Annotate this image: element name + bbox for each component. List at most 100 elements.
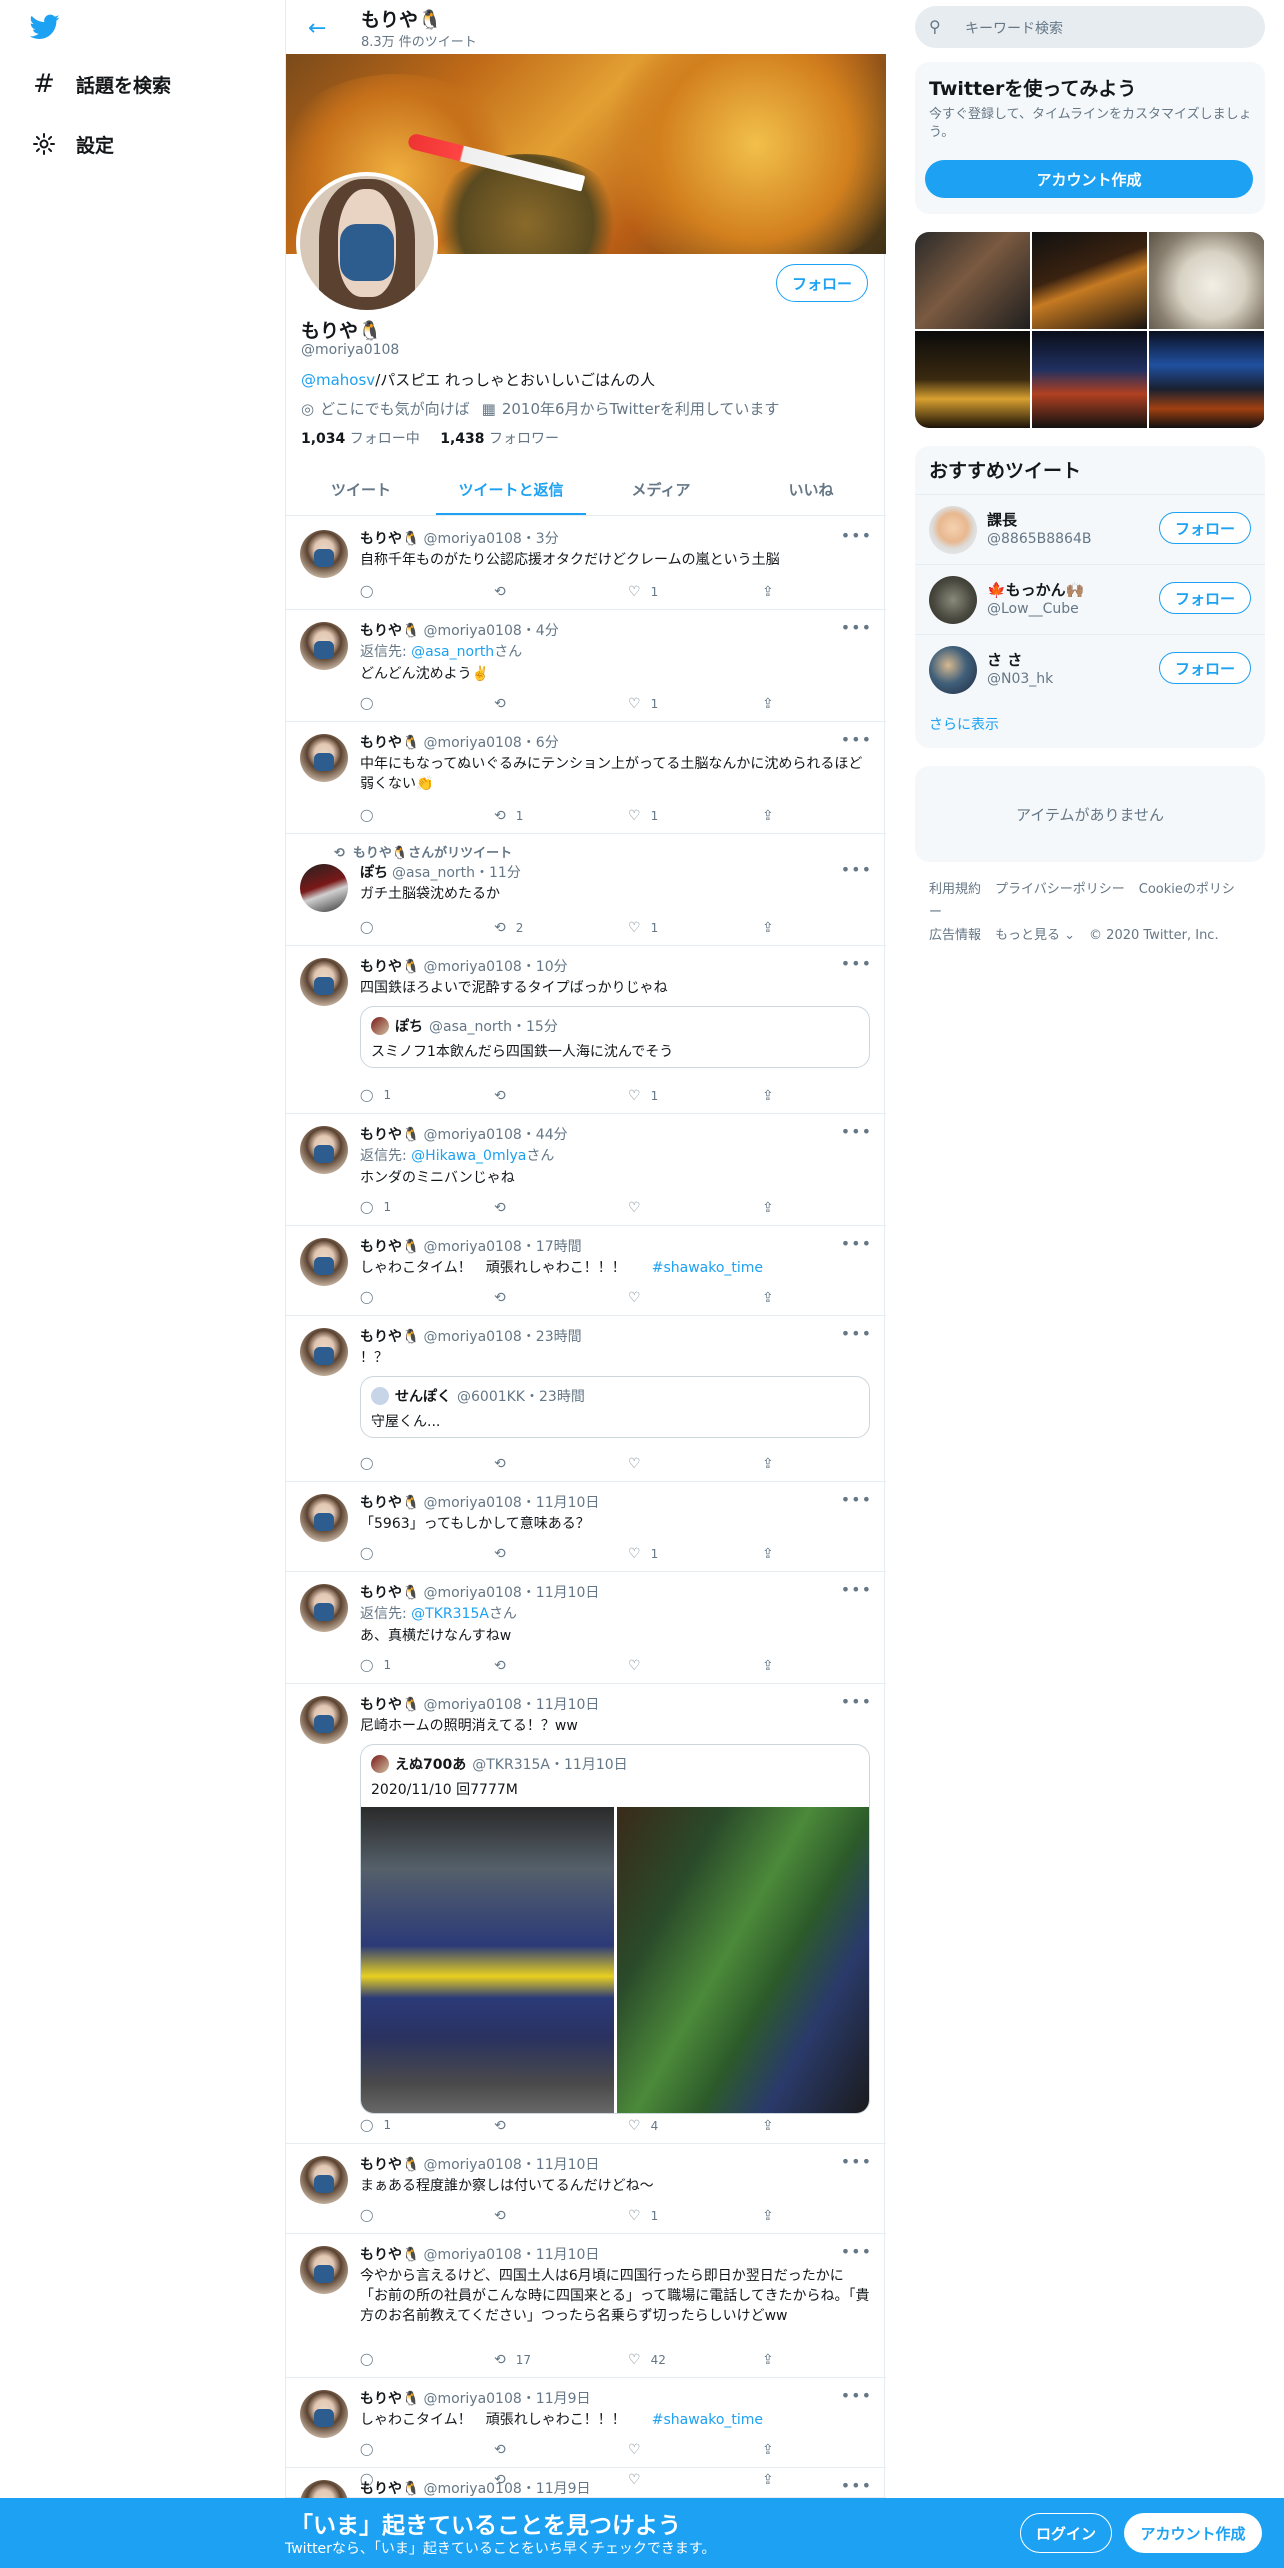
tweet-author-handle[interactable]: @moriya0108 (423, 1495, 521, 1511)
reply-button[interactable]: ◯ 1 (360, 1200, 391, 1214)
tweet-time[interactable]: ・4分 (522, 623, 559, 639)
search-box[interactable]: ⚲ キーワード検索 (915, 6, 1265, 48)
tweet-author-handle[interactable]: @moriya0108 (423, 1239, 521, 1255)
create-account-button[interactable]: アカウント作成 (925, 160, 1253, 198)
tweet-time[interactable]: ・10分 (522, 959, 568, 975)
avatar[interactable] (300, 734, 348, 782)
share-button[interactable]: ⇪ (762, 1088, 784, 1104)
tab-tweets-and-replies[interactable]: ツイートと返信 (436, 466, 586, 515)
tweet[interactable]: もりや🐧 @moriya0108・11月10日 ••• 今やから言えるけど、四国土人は… (286, 2234, 886, 2378)
like-button[interactable]: ♡ (628, 1290, 651, 1306)
tweet[interactable]: もりや🐧 @moriya0108・17時間 ••• しゃわこタイム！ 頑張れしゃわこ！… (286, 1226, 886, 1316)
more-options-icon[interactable]: ••• (841, 730, 872, 749)
retweet-button[interactable]: ⟲ (494, 2442, 516, 2458)
tweet[interactable]: もりや🐧 @moriya0108・3分 ••• 自称千年ものがたり公認応援オタクだけど… (286, 518, 886, 610)
reply-button[interactable]: ◯ (360, 1290, 383, 1304)
quoted-media-image[interactable] (617, 1807, 869, 2113)
tweet[interactable]: もりや🐧 @moriya0108・4分 ••• 返信先: @asa_northさん どん… (286, 610, 886, 722)
tweet-author-handle[interactable]: @moriya0108 (423, 1127, 521, 1143)
like-button[interactable]: ♡ 1 (628, 1546, 658, 1562)
tab-likes[interactable]: いいね (736, 466, 886, 515)
reply-button[interactable]: ◯ (360, 808, 383, 822)
tweet[interactable]: もりや🐧 @moriya0108・23時間 •••！？ せんぽく @6001KK・23時… (286, 1316, 886, 1482)
tweet[interactable]: もりや🐧 @moriya0108・10分 ••• 四国鉄ほろよいで泥酔するタイプばっか… (286, 946, 886, 1114)
tweet-time[interactable]: ・11月10日 (522, 1697, 600, 1713)
like-button[interactable]: ♡ (628, 1456, 651, 1472)
tweet-author-name[interactable]: もりや🐧 (360, 1127, 419, 1143)
tweet[interactable]: もりや🐧 @moriya0108・44分 ••• 返信先: @Hikawa_0mlya… (286, 1114, 886, 1226)
tweet-author-handle[interactable]: @moriya0108 (423, 2391, 521, 2407)
back-arrow-icon[interactable]: ← (308, 16, 326, 41)
retweet-button[interactable]: ⟲ 17 (494, 2352, 531, 2368)
footer-link[interactable]: 広告情報 (929, 928, 981, 943)
avatar[interactable] (300, 864, 348, 912)
tweet[interactable]: ⟲ もりや🐧さんがリツイート ぽち @asa_north・11分 ••• ガチ土脳袋沈めた… (286, 834, 886, 946)
quoted-media-image[interactable] (361, 1807, 614, 2113)
reply-button[interactable]: ◯ (360, 2208, 383, 2222)
recommended-user[interactable]: 課長 @8865B8864B フォロー (915, 494, 1265, 564)
tweet-author-name[interactable]: もりや🐧 (360, 531, 419, 547)
reply-to-link[interactable]: @Hikawa_0mlya (411, 1148, 526, 1164)
tweet-time[interactable]: ・11月10日 (522, 1585, 600, 1601)
retweet-button[interactable]: ⟲ (494, 584, 516, 600)
avatar[interactable] (300, 2390, 348, 2438)
profile-avatar[interactable] (296, 172, 438, 314)
tweet-time[interactable]: ・44分 (522, 1127, 568, 1143)
reply-button[interactable]: ◯ 1 (360, 2118, 391, 2132)
reply-button[interactable]: ◯ (360, 920, 383, 934)
rec-follow-button[interactable]: フォロー (1159, 582, 1251, 614)
like-button[interactable]: ♡ (628, 2472, 651, 2488)
tweet-author-handle[interactable]: @moriya0108 (423, 1329, 521, 1345)
tweet-author-name[interactable]: もりや🐧 (360, 1239, 419, 1255)
like-button[interactable]: ♡ (628, 1200, 651, 1216)
retweet-button[interactable]: ⟲ (494, 2208, 516, 2224)
avatar[interactable] (300, 1238, 348, 1286)
share-button[interactable]: ⇪ (762, 808, 784, 824)
like-button[interactable]: ♡ 1 (628, 1088, 658, 1104)
share-button[interactable]: ⇪ (762, 2472, 784, 2488)
tweet-author-handle[interactable]: @asa_north (392, 865, 475, 881)
share-button[interactable]: ⇪ (762, 584, 784, 600)
hashtag-link[interactable]: #shawako_time (652, 2412, 763, 2428)
more-options-icon[interactable]: ••• (841, 526, 872, 545)
recommended-user[interactable]: さ さ @N03_hk フォロー (915, 634, 1265, 704)
media-thumb[interactable] (1032, 232, 1147, 329)
following-link[interactable]: 1,034 フォロー中 (301, 431, 420, 447)
tweet-author-name[interactable]: もりや🐧 (360, 2247, 419, 2263)
like-button[interactable]: ♡ 1 (628, 696, 658, 712)
tweet[interactable]: もりや🐧 @moriya0108・11月10日 ••• 尼崎ホームの照明消えてる！？w… (286, 1684, 886, 2144)
retweet-button[interactable]: ⟲ (494, 2472, 516, 2488)
followers-link[interactable]: 1,438 フォロワー (440, 431, 559, 447)
like-button[interactable]: ♡ 1 (628, 920, 658, 936)
tweet-time[interactable]: ・11月10日 (522, 2157, 600, 2173)
tweet-author-name[interactable]: もりや🐧 (360, 735, 419, 751)
share-button[interactable]: ⇪ (762, 1290, 784, 1306)
tweet-author-name[interactable]: もりや🐧 (360, 2157, 419, 2173)
more-options-icon[interactable]: ••• (841, 2242, 872, 2261)
share-button[interactable]: ⇪ (762, 2208, 784, 2224)
tweet-time[interactable]: ・17時間 (522, 1239, 582, 1255)
retweet-button[interactable]: ⟲ (494, 2118, 516, 2134)
like-button[interactable]: ♡ 42 (628, 2352, 666, 2368)
like-button[interactable]: ♡ (628, 1658, 651, 1674)
more-options-icon[interactable]: ••• (841, 1234, 872, 1253)
avatar[interactable] (300, 958, 348, 1006)
nav-settings[interactable]: 設定 (30, 130, 114, 158)
more-options-icon[interactable]: ••• (841, 2152, 872, 2171)
share-button[interactable]: ⇪ (762, 2352, 784, 2368)
retweet-button[interactable]: ⟲ (494, 1088, 516, 1104)
media-thumb[interactable] (1149, 232, 1264, 329)
reply-button[interactable]: ◯ (360, 1456, 383, 1470)
retweet-button[interactable]: ⟲ (494, 1456, 516, 1472)
retweet-button[interactable]: ⟲ (494, 1546, 516, 1562)
retweet-button[interactable]: ⟲ (494, 1200, 516, 1216)
tweet-time[interactable]: ・6分 (522, 735, 559, 751)
more-options-icon[interactable]: ••• (841, 2476, 872, 2495)
tweet-author-handle[interactable]: @moriya0108 (423, 1697, 521, 1713)
reply-button[interactable]: ◯ (360, 1546, 383, 1560)
share-button[interactable]: ⇪ (762, 920, 784, 936)
media-thumb[interactable] (915, 232, 1030, 329)
reply-to-link[interactable]: @TKR315A (411, 1606, 489, 1622)
tweet-time[interactable]: ・11月10日 (522, 2247, 600, 2263)
more-options-icon[interactable]: ••• (841, 954, 872, 973)
